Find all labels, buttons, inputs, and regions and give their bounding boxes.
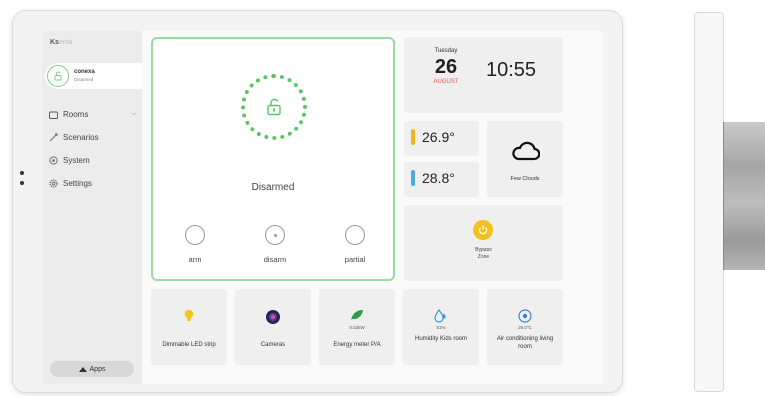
brand-logo: Ksenia — [50, 39, 73, 46]
zone-label: Bypass Zone — [475, 247, 492, 260]
product-image: Ksenia conexa Disarmed Rooms ⌵ Scenarios… — [0, 0, 765, 396]
alarm-panel[interactable]: Disarmed arm disarm partial — [151, 37, 395, 281]
device-label: Humidity Kids room — [414, 336, 467, 342]
sidebar-nav: Rooms ⌵ Scenarios System Settings — [48, 103, 140, 195]
sidebar-item-label: Scenarios — [63, 133, 99, 142]
device-value: 51% — [436, 325, 446, 330]
partial-radio[interactable] — [345, 225, 365, 245]
apps-label: Apps — [89, 365, 106, 373]
profile-status: Disarmed — [74, 77, 94, 82]
device-tile-energy-meter[interactable]: 0.02kW Energy meter P/A — [319, 289, 395, 365]
tablet-side-dots — [20, 171, 24, 185]
apps-button[interactable]: Apps — [50, 361, 134, 377]
arm-option[interactable]: arm — [165, 225, 225, 264]
aircon-icon — [487, 309, 563, 323]
tablet-screen: Ksenia conexa Disarmed Rooms ⌵ Scenarios… — [42, 31, 603, 384]
temperature-value: 28.8° — [422, 170, 455, 186]
sidebar: Ksenia conexa Disarmed Rooms ⌵ Scenarios… — [42, 31, 142, 384]
sidebar-item-system[interactable]: System — [48, 149, 140, 172]
device-label: Dimmable LED strip — [162, 342, 216, 348]
sidebar-item-settings[interactable]: Settings — [48, 172, 140, 195]
sidebar-item-scenarios[interactable]: Scenarios — [48, 126, 140, 149]
temperature-tile-1[interactable]: 26.9° — [404, 121, 479, 156]
disarm-label: disarm — [263, 255, 287, 264]
device-label: Cameras — [260, 342, 286, 348]
thermometer-icon — [411, 129, 415, 145]
chevron-down-icon[interactable]: ⌵ — [131, 111, 136, 118]
profile-card[interactable]: conexa Disarmed — [45, 63, 142, 89]
day-number: 26 — [434, 56, 458, 78]
disarm-option[interactable]: disarm — [245, 225, 305, 264]
tablet-side-view — [694, 12, 724, 392]
profile-name: conexa — [74, 69, 95, 75]
device-label: Air conditioning living room — [496, 336, 554, 350]
camera-icon — [235, 309, 311, 325]
arm-radio[interactable] — [185, 225, 205, 245]
date-time-tile: Tuesday 26 AUGUST 10:55 — [404, 37, 563, 113]
lock-open-icon — [54, 71, 62, 81]
device-tile-led-strip[interactable]: Dimmable LED strip — [151, 289, 227, 365]
thermometer-icon — [411, 170, 415, 186]
folder-icon — [48, 110, 58, 120]
arrow-up-icon — [78, 366, 87, 372]
partial-option[interactable]: partial — [325, 225, 385, 264]
lock-open-icon — [267, 98, 281, 116]
cloud-icon — [512, 141, 540, 161]
scenario-icon — [48, 133, 58, 143]
sidebar-item-label: System — [63, 156, 90, 165]
wall-mount — [723, 122, 765, 270]
bulb-icon — [151, 309, 227, 323]
sidebar-item-rooms[interactable]: Rooms ⌵ — [48, 103, 140, 126]
weather-tile[interactable]: Few Clouds — [487, 121, 563, 197]
tablet-device: Ksenia conexa Disarmed Rooms ⌵ Scenarios… — [12, 10, 623, 393]
device-tile-humidity[interactable]: 51% Humidity Kids room — [403, 289, 479, 365]
device-label: Energy meter P/A — [333, 342, 381, 348]
device-tile-cameras[interactable]: Cameras — [235, 289, 311, 365]
gear-icon — [48, 179, 58, 189]
device-value: 0.02kW — [349, 325, 365, 330]
clock-time: 10:55 — [486, 59, 537, 81]
weather-label: Few Clouds — [510, 176, 540, 182]
device-value: 26.0°C — [518, 325, 532, 330]
month: AUGUST — [433, 79, 459, 85]
drops-icon — [403, 309, 479, 323]
device-tile-air-conditioning[interactable]: 26.0°C Air conditioning living room — [487, 289, 563, 365]
sidebar-item-label: Settings — [63, 179, 92, 188]
leaf-icon — [319, 309, 395, 321]
weekday: Tuesday — [434, 48, 458, 54]
power-icon — [473, 220, 493, 240]
profile-avatar — [47, 65, 69, 87]
sidebar-item-label: Rooms — [63, 110, 89, 119]
bypass-zone-tile[interactable]: Bypass Zone — [404, 205, 563, 281]
temperature-tile-2[interactable]: 28.8° — [404, 162, 479, 197]
arm-label: arm — [188, 255, 202, 264]
alarm-status-ring[interactable] — [241, 74, 307, 140]
system-icon — [48, 156, 58, 166]
partial-label: partial — [344, 255, 366, 264]
alarm-status-text: Disarmed — [251, 182, 295, 193]
temperature-value: 26.9° — [422, 129, 455, 145]
disarm-radio[interactable] — [265, 225, 285, 245]
